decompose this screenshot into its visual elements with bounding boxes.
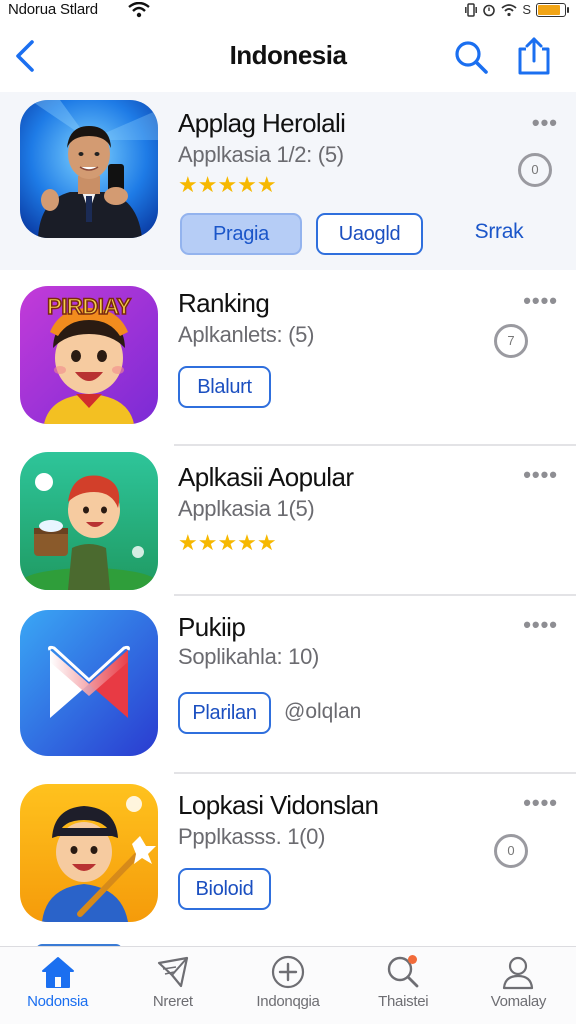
search-icon[interactable] — [452, 38, 490, 76]
vibrate-icon — [465, 2, 478, 17]
app-name: Pukiip — [178, 612, 246, 642]
app-subtitle: Aplkanlets: (5) — [178, 322, 315, 347]
rating-stars: ★★★★★ — [178, 172, 277, 197]
carrier-label: Ndorua Stlard — [8, 1, 98, 18]
more-options-button[interactable]: •••• — [523, 288, 558, 314]
paper-plane-icon — [157, 956, 188, 988]
alarm-icon — [483, 4, 496, 16]
app-icon[interactable] — [20, 452, 158, 590]
tab-add[interactable]: Indonqgia — [230, 947, 345, 1024]
action-button[interactable]: Bioloid — [178, 868, 271, 910]
more-options-button[interactable]: •••• — [523, 612, 558, 638]
download-badge[interactable]: 7 — [494, 324, 528, 358]
tab-search[interactable]: Thaistei — [346, 947, 461, 1024]
status-bar: Ndorua Stlard S — [0, 0, 576, 22]
secondary-action-button[interactable]: Uaogld — [316, 213, 423, 255]
cartoon-kid-image — [20, 452, 158, 590]
download-badge[interactable]: 0 — [494, 834, 528, 868]
wifi-icon — [128, 2, 150, 18]
action-button[interactable]: Plarilan — [178, 692, 271, 734]
app-name: Aplkasii Aopular — [178, 462, 354, 492]
list-item[interactable]: Pukiip Soplikahla: 10) •••• Plarilan @ol… — [0, 596, 576, 774]
plus-circle-icon — [271, 955, 305, 989]
action-button[interactable]: Blalurt — [178, 366, 271, 408]
primary-action-button[interactable]: Pragia — [180, 213, 302, 255]
app-icon[interactable]: PIRDIAY — [20, 286, 158, 424]
app-icon[interactable] — [20, 100, 158, 238]
app-subtitle: Ppplkasss. 1(0) — [178, 824, 326, 849]
more-options-button[interactable]: ••• — [532, 110, 558, 136]
app-subtitle: Applkasia 1(5) — [178, 496, 315, 521]
app-subtitle: Soplikahla: 10) — [178, 644, 320, 669]
tab-home[interactable]: Nodonsia — [0, 947, 115, 1024]
tab-profile[interactable]: Vomalay — [461, 947, 576, 1024]
app-name: Lopkasi Vidonslan — [178, 790, 379, 820]
notification-dot — [407, 955, 417, 964]
app-subtitle: Applkasia 1/2: (5) — [178, 142, 344, 167]
wifi-small-icon — [501, 3, 517, 16]
list-item[interactable]: PIRDIAY Ranking Aplkanlets: (5) •••• 7 B… — [0, 270, 576, 446]
share-icon[interactable] — [514, 35, 554, 77]
status-indicators: S — [465, 2, 569, 17]
text-action-button[interactable]: Srrak — [462, 213, 536, 255]
tab-label: Nreret — [152, 993, 193, 1010]
rating-stars: ★★★★★ — [178, 530, 277, 555]
home-icon — [41, 957, 74, 988]
navigation-bar: Indonesia — [0, 22, 576, 92]
tab-label: Thaistei — [378, 993, 429, 1010]
battery-level — [538, 4, 561, 15]
bowtie-logo-image — [20, 610, 158, 756]
businessman-image — [20, 100, 158, 238]
cartoon-worker-image — [20, 784, 158, 922]
battery-icon — [536, 2, 569, 17]
developer-handle: @olqlan — [284, 700, 362, 723]
app-icon-text: PIRDIAY — [46, 294, 132, 320]
person-icon — [503, 956, 534, 990]
app-icon[interactable] — [20, 784, 158, 922]
more-options-button[interactable]: •••• — [523, 790, 558, 816]
tab-label: Nodonsia — [27, 993, 89, 1010]
list-item[interactable]: Applag Herolali Applkasia 1/2: (5) ★★★★★… — [0, 92, 576, 270]
download-badge[interactable]: 0 — [518, 153, 552, 187]
list-item[interactable]: Lopkasi Vidonslan Ppplkasss. 1(0) •••• 0… — [0, 774, 576, 946]
tab-label: Vomalay — [490, 993, 547, 1010]
app-name: Applag Herolali — [178, 108, 346, 138]
app-name: Ranking — [178, 288, 270, 318]
app-icon[interactable] — [20, 610, 158, 756]
tab-news[interactable]: Nreret — [115, 947, 230, 1024]
tab-bar: Nodonsia Nreret Indonqgia Thaistei Vomal… — [0, 946, 576, 1024]
more-options-button[interactable]: •••• — [523, 462, 558, 488]
tab-label: Indonqgia — [256, 993, 320, 1010]
status-text: S — [522, 2, 531, 17]
list-item[interactable]: Aplkasii Aopular Applkasia 1(5) ★★★★★ ••… — [0, 446, 576, 596]
